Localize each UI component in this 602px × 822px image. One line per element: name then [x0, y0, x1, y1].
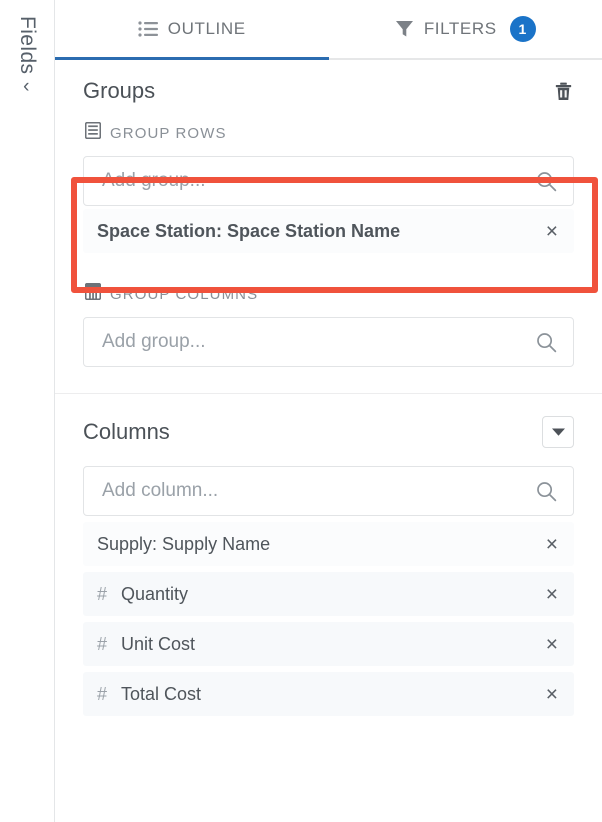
- group-columns-label: GROUP COLUMNS: [110, 285, 259, 303]
- panel-body: Groups GROUP ROWS Add group... Space Sta…: [55, 60, 602, 822]
- group-rows-item-label: Space Station: Space Station Name: [97, 220, 401, 241]
- chevron-right-icon: ›: [23, 76, 31, 98]
- panel-tabs: OUTLINE FILTERS 1: [55, 0, 602, 60]
- columns-list: Supply: Supply Name × # Quantity × # Uni…: [83, 522, 574, 716]
- groups-header: Groups: [83, 78, 574, 104]
- list-item[interactable]: Space Station: Space Station Name ×: [83, 209, 574, 253]
- tab-filters-label: FILTERS: [423, 19, 497, 38]
- number-field-icon: #: [97, 633, 108, 654]
- trash-icon[interactable]: [552, 78, 574, 104]
- funnel-icon: [395, 20, 414, 38]
- group-rows-header: GROUP ROWS: [83, 121, 574, 144]
- fields-rail-label[interactable]: › Fields: [15, 16, 39, 97]
- column-item-label: Quantity: [121, 583, 189, 604]
- search-icon[interactable]: [536, 481, 557, 502]
- tab-outline[interactable]: OUTLINE: [55, 0, 329, 60]
- table-row[interactable]: # Quantity ×: [83, 572, 574, 616]
- list-icon: [138, 21, 158, 37]
- rows-icon: [84, 121, 102, 144]
- search-icon[interactable]: [536, 332, 557, 353]
- tab-outline-label: OUTLINE: [167, 19, 246, 38]
- chevron-down-icon[interactable]: [542, 416, 574, 448]
- columns-header: Columns: [83, 416, 574, 448]
- group-rows-list: Space Station: Space Station Name ×: [83, 209, 574, 253]
- groups-section: Groups GROUP ROWS Add group... Space Sta…: [55, 60, 602, 393]
- table-row[interactable]: # Total Cost ×: [83, 672, 574, 716]
- close-icon[interactable]: ×: [538, 534, 558, 555]
- columns-section: Columns Add column... Supply: Supply Nam…: [55, 393, 602, 736]
- table-row[interactable]: Supply: Supply Name ×: [83, 522, 574, 566]
- close-icon[interactable]: ×: [538, 634, 558, 655]
- group-columns-search-placeholder: Add group...: [102, 331, 206, 352]
- column-item-label: Total Cost: [121, 683, 202, 704]
- panel: OUTLINE FILTERS 1 Groups GROUP ROWS Add …: [55, 0, 602, 822]
- tab-filters[interactable]: FILTERS 1: [329, 0, 602, 58]
- groups-title: Groups: [83, 78, 156, 103]
- column-item-label: Unit Cost: [121, 633, 196, 654]
- group-rows-search-input[interactable]: Add group...: [83, 156, 574, 206]
- columns-search-input[interactable]: Add column...: [83, 466, 574, 516]
- column-item-label: Supply: Supply Name: [97, 533, 271, 554]
- search-icon[interactable]: [536, 171, 557, 192]
- group-rows-search-placeholder: Add group...: [102, 170, 206, 191]
- group-columns-search-input[interactable]: Add group...: [83, 317, 574, 367]
- number-field-icon: #: [97, 583, 108, 604]
- group-columns-header: GROUP COLUMNS: [83, 282, 574, 305]
- number-field-icon: #: [97, 683, 108, 704]
- fields-rail[interactable]: › Fields: [0, 0, 55, 822]
- group-rows-label: GROUP ROWS: [110, 124, 227, 142]
- table-row[interactable]: # Unit Cost ×: [83, 622, 574, 666]
- filters-count-badge: 1: [509, 16, 536, 42]
- columns-title: Columns: [83, 419, 170, 444]
- columns-search-placeholder: Add column...: [102, 480, 219, 501]
- fields-panel-app: › Fields OUTLINE FILTERS 1 Groups GROUP …: [0, 0, 602, 822]
- fields-rail-text: Fields: [16, 16, 39, 75]
- close-icon[interactable]: ×: [538, 684, 558, 705]
- close-icon[interactable]: ×: [538, 221, 558, 242]
- columns-icon: [84, 282, 102, 305]
- close-icon[interactable]: ×: [538, 584, 558, 605]
